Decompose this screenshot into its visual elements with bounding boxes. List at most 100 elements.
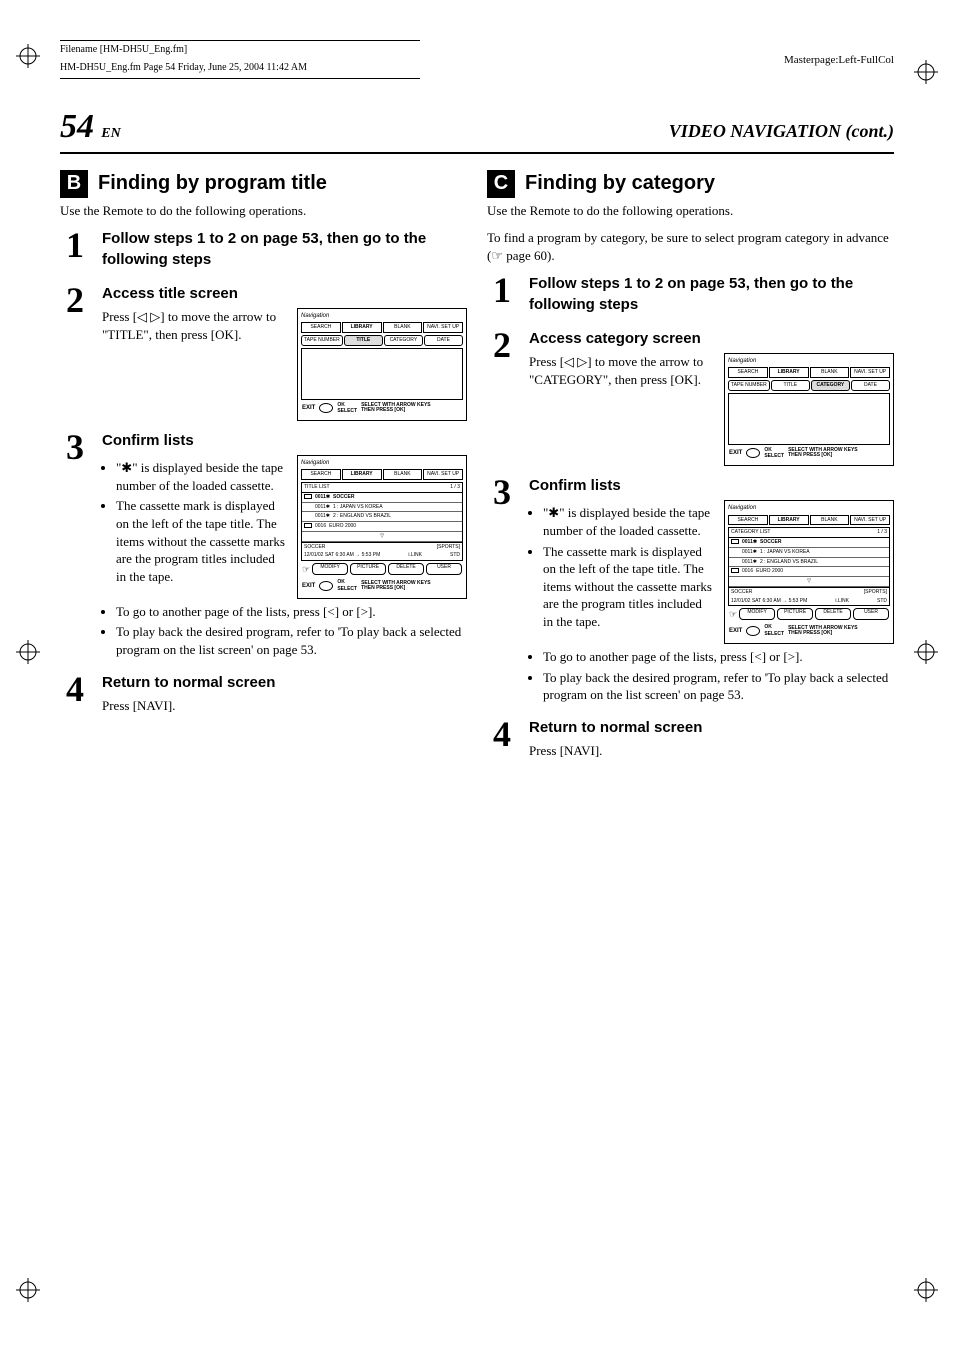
- cassette-mark-icon: [731, 539, 739, 544]
- list-title: 2 : ENGLAND VS BRAZIL: [333, 513, 391, 520]
- select-label: SELECT: [764, 453, 784, 459]
- info-std: STD: [450, 552, 460, 559]
- registration-mark-icon: [914, 1278, 938, 1307]
- list-code: 0011✱: [315, 513, 330, 520]
- step-title: Follow steps 1 to 2 on page 53, then go …: [102, 229, 467, 270]
- step-text: Press [◁ ▷] to move the arrow to "TITLE"…: [102, 308, 285, 343]
- diagram-tab: BLANK: [810, 367, 850, 378]
- osd-diagram: Navigation SEARCH LIBRARY BLANK NAVI. SE…: [724, 500, 894, 643]
- diagram-tab: SEARCH: [728, 367, 768, 378]
- intro-c-2: To find a program by category, be sure t…: [487, 229, 894, 264]
- step-number: 4: [487, 718, 517, 760]
- diagram-subtab: DATE: [851, 380, 890, 391]
- diagram-nav-label: Navigation: [301, 459, 463, 467]
- list-title: EURO 2000: [329, 523, 356, 530]
- hint-line: THEN PRESS [OK]: [788, 452, 832, 458]
- list-title: SOCCER: [333, 494, 354, 501]
- joystick-icon: [319, 403, 333, 413]
- diagram-tab: BLANK: [810, 515, 850, 526]
- page-indicator: 1 / 3: [877, 529, 887, 536]
- info-cat: [SPORTS]: [864, 589, 887, 596]
- registration-mark-icon: [16, 640, 40, 669]
- column-right: C Finding by category Use the Remote to …: [487, 164, 894, 770]
- diagram-tab: LIBRARY: [769, 515, 809, 526]
- diagram-tab: BLANK: [383, 322, 423, 333]
- diagram-button: PICTURE: [777, 608, 813, 620]
- column-left: B Finding by program title Use the Remot…: [60, 164, 467, 770]
- diagram-subtab: DATE: [424, 335, 463, 346]
- diagram-button: MODIFY: [739, 608, 775, 620]
- diagram-button: DELETE: [815, 608, 851, 620]
- exit-label: EXIT: [302, 404, 315, 412]
- info-title: SOCCER: [304, 544, 325, 551]
- diagram-tab: SEARCH: [728, 515, 768, 526]
- cassette-mark-icon: [731, 568, 739, 573]
- info-std: STD: [877, 598, 887, 605]
- info-date: 12/01/02 SAT 6:30 AM → 5:53 PM: [304, 552, 380, 559]
- step-title: Follow steps 1 to 2 on page 53, then go …: [529, 274, 894, 315]
- list-title: SOCCER: [760, 539, 781, 546]
- ok-label: OK: [337, 402, 345, 408]
- bullet-item: To go to another page of the lists, pres…: [116, 603, 467, 621]
- diagram-tab: LIBRARY: [769, 367, 809, 378]
- bullet-item: To go to another page of the lists, pres…: [543, 648, 894, 666]
- page-indicator: 1 / 3: [450, 484, 460, 491]
- section-heading-b: Finding by program title: [98, 170, 327, 197]
- diagram-subtab: TAPE NUMBER: [728, 380, 770, 391]
- select-label: SELECT: [764, 631, 784, 637]
- info-date: 12/01/02 SAT 6:30 AM → 5:53 PM: [731, 598, 807, 605]
- section-letter-b: B: [60, 170, 88, 198]
- page-number: 54 EN: [60, 104, 121, 150]
- section-title: VIDEO NAVIGATION (cont.): [669, 119, 894, 143]
- intro-b: Use the Remote to do the following opera…: [60, 202, 467, 220]
- pointer-icon: ☞: [302, 563, 310, 575]
- list-code: 0011✱: [742, 549, 757, 556]
- select-label: SELECT: [337, 586, 357, 592]
- list-code: 0011✱: [315, 494, 330, 501]
- exit-label: EXIT: [729, 627, 742, 635]
- list-code: 0011✱: [315, 504, 330, 511]
- bullet-item: To play back the desired program, refer …: [116, 623, 467, 658]
- info-src: i.LINK: [835, 598, 849, 605]
- diagram-subtab: CATEGORY: [811, 380, 850, 391]
- select-label: SELECT: [337, 408, 357, 414]
- joystick-icon: [746, 448, 760, 458]
- registration-mark-icon: [914, 640, 938, 669]
- list-code: 0016: [742, 568, 753, 575]
- list-code: 0011✱: [742, 559, 757, 566]
- exit-label: EXIT: [302, 582, 315, 590]
- step-number: 1: [60, 229, 90, 274]
- diagram-tab: NAVI. SET UP: [850, 515, 890, 526]
- info-title: SOCCER: [731, 589, 752, 596]
- ok-label: OK: [764, 447, 772, 453]
- cassette-mark-icon: [304, 494, 312, 499]
- pointer-icon: ☞: [491, 248, 503, 263]
- step-text: Press [NAVI].: [529, 742, 894, 760]
- bullet-item: "✱" is displayed beside the tape number …: [116, 459, 285, 494]
- list-title: 1 : JAPAN VS KOREA: [760, 549, 810, 556]
- step-title: Access title screen: [102, 284, 467, 304]
- diagram-subtab: TITLE: [344, 335, 383, 346]
- diagram-button: USER: [426, 563, 462, 575]
- ok-label: OK: [337, 579, 345, 585]
- diagram-nav-label: Navigation: [728, 504, 890, 512]
- diagram-tab: BLANK: [383, 469, 423, 480]
- bullet-item: "✱" is displayed beside the tape number …: [543, 504, 712, 539]
- hint-line: THEN PRESS [OK]: [361, 407, 405, 413]
- section-letter-c: C: [487, 170, 515, 198]
- osd-diagram: Navigation SEARCH LIBRARY BLANK NAVI. SE…: [297, 308, 467, 421]
- diagram-tab: NAVI. SET UP: [850, 367, 890, 378]
- pointer-icon: ☞: [729, 608, 737, 620]
- step-title: Confirm lists: [102, 431, 467, 451]
- list-title: 1 : JAPAN VS KOREA: [333, 504, 383, 511]
- diagram-button: DELETE: [388, 563, 424, 575]
- bullet-item: The cassette mark is displayed on the le…: [543, 543, 712, 631]
- osd-diagram: Navigation SEARCH LIBRARY BLANK NAVI. SE…: [724, 353, 894, 466]
- diagram-tab: SEARCH: [301, 469, 341, 480]
- diagram-button: MODIFY: [312, 563, 348, 575]
- list-head: CATEGORY LIST: [731, 529, 770, 536]
- step-number: 2: [487, 329, 517, 466]
- list-title: 2 : ENGLAND VS BRAZIL: [760, 559, 818, 566]
- diagram-tab: LIBRARY: [342, 469, 382, 480]
- step-number: 1: [487, 274, 517, 319]
